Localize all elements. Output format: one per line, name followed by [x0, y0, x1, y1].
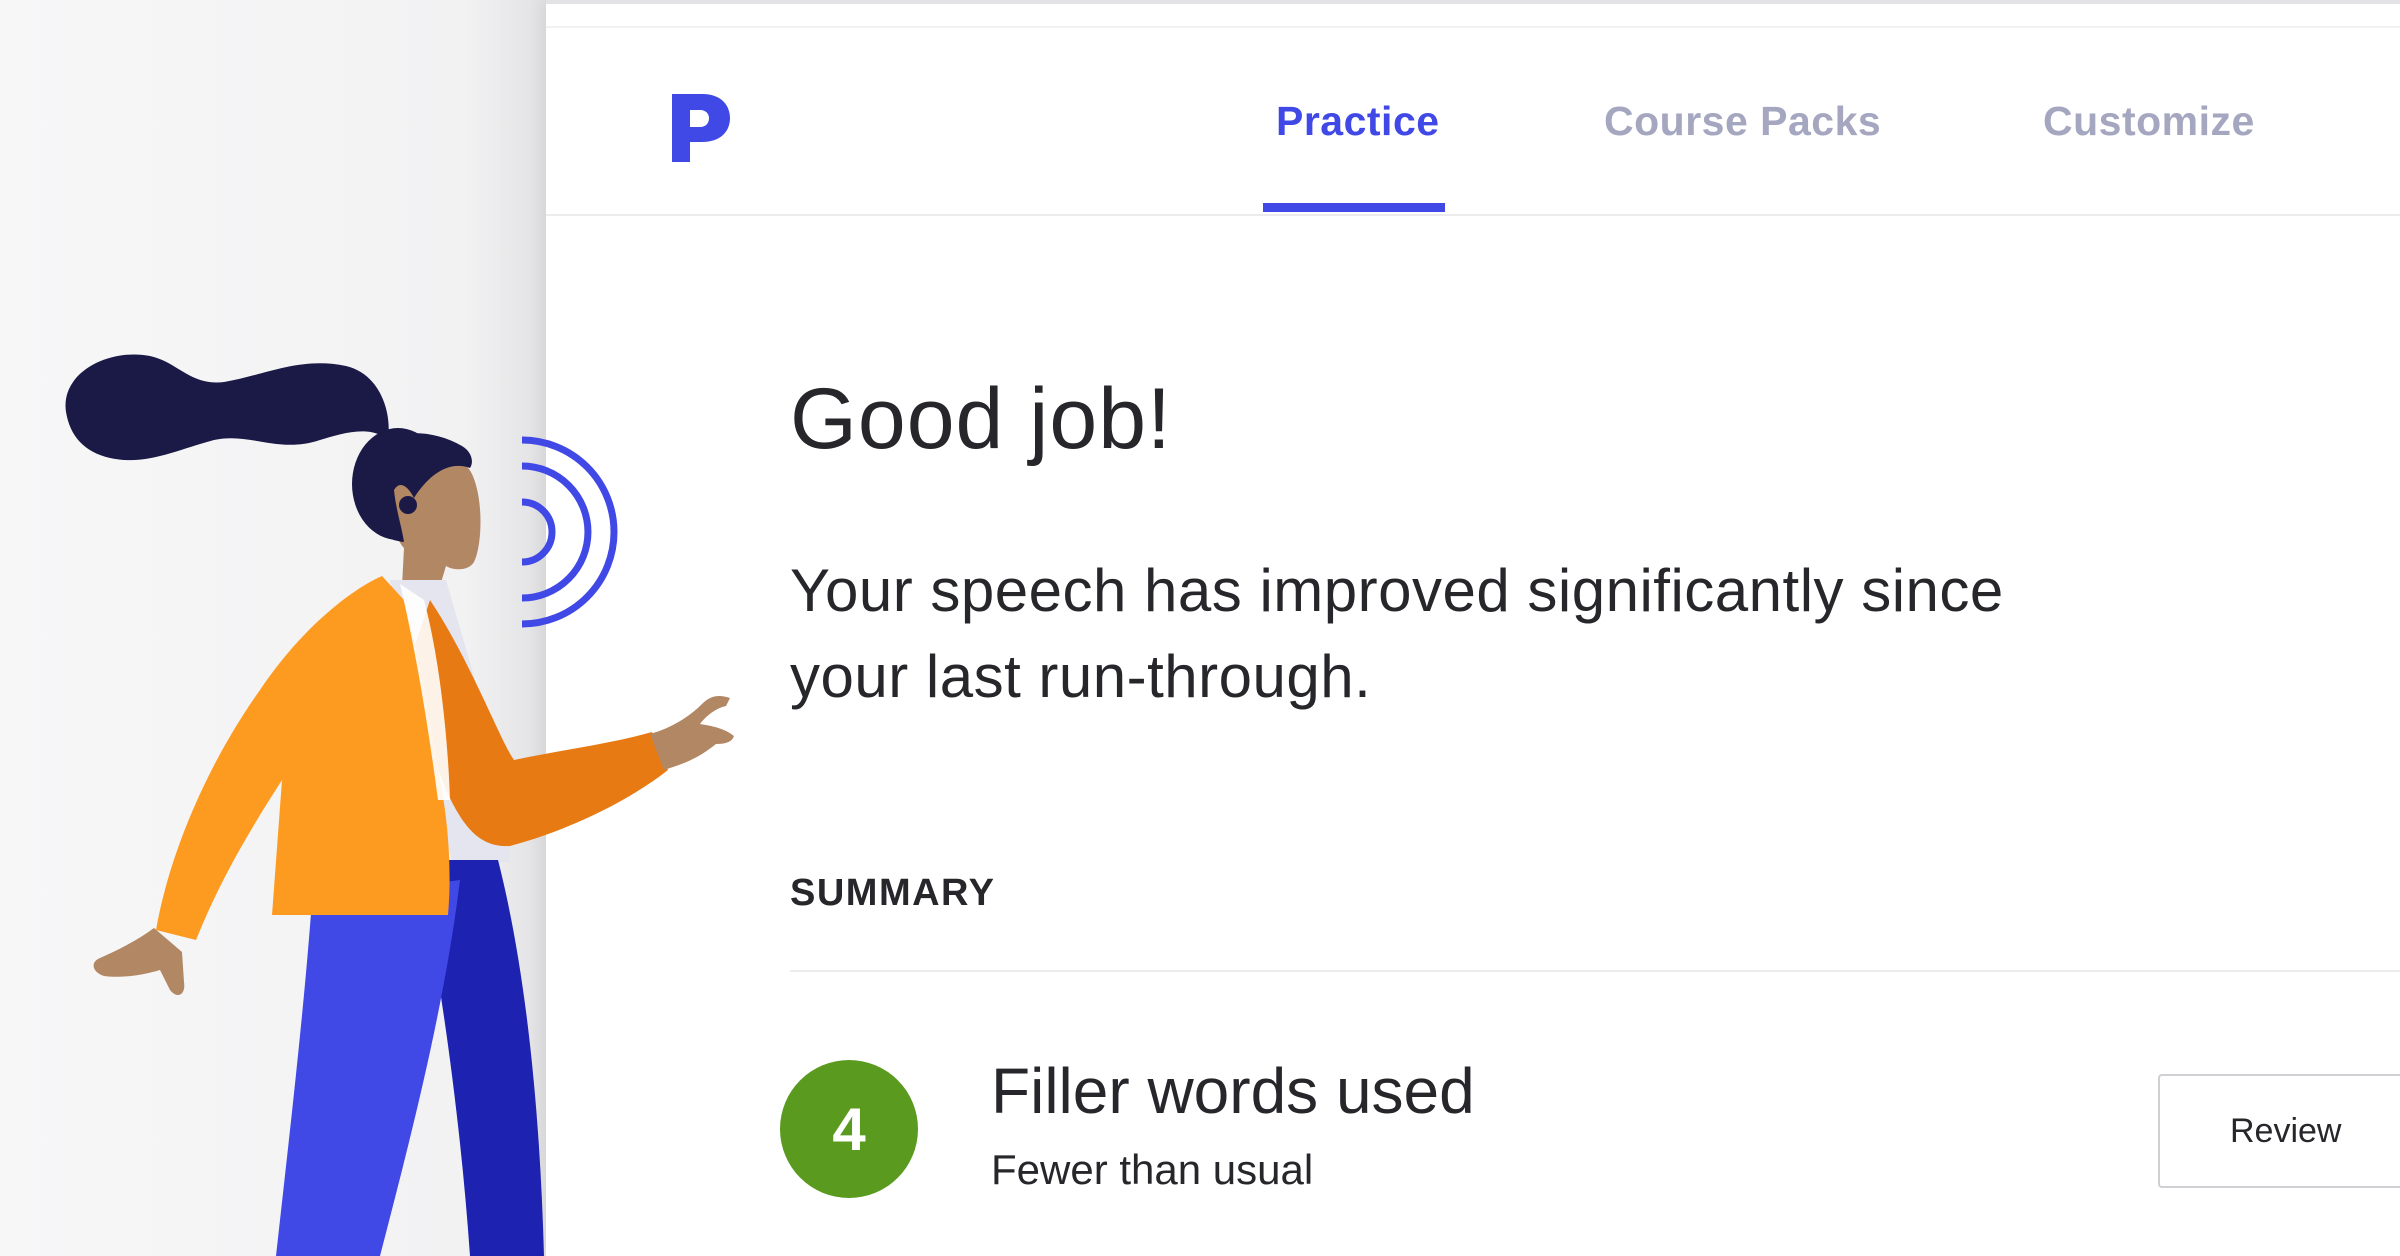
tab-course-packs[interactable]: Course Packs: [1604, 98, 1881, 145]
app-logo-icon[interactable]: [668, 90, 732, 162]
window-top-edge: [546, 0, 2400, 4]
tab-customize[interactable]: Customize: [2043, 98, 2255, 145]
active-tab-indicator: [1263, 203, 1445, 212]
summary-heading: SUMMARY: [790, 872, 996, 914]
app-window: Practice Course Packs Customize Good job…: [546, 0, 2400, 1256]
page-backdrop: [0, 0, 546, 1256]
summary-divider: [790, 970, 2400, 972]
page-title: Good job!: [790, 371, 1172, 467]
top-navbar: Practice Course Packs Customize: [546, 28, 2400, 216]
metric-title: Filler words used: [991, 1055, 1475, 1127]
filler-count-badge: 4: [780, 1060, 918, 1198]
tab-practice[interactable]: Practice: [1276, 98, 1440, 145]
review-button[interactable]: Review: [2158, 1074, 2400, 1188]
metric-subtitle: Fewer than usual: [991, 1146, 1314, 1193]
feedback-message: Your speech has improved significantly s…: [790, 557, 2004, 710]
